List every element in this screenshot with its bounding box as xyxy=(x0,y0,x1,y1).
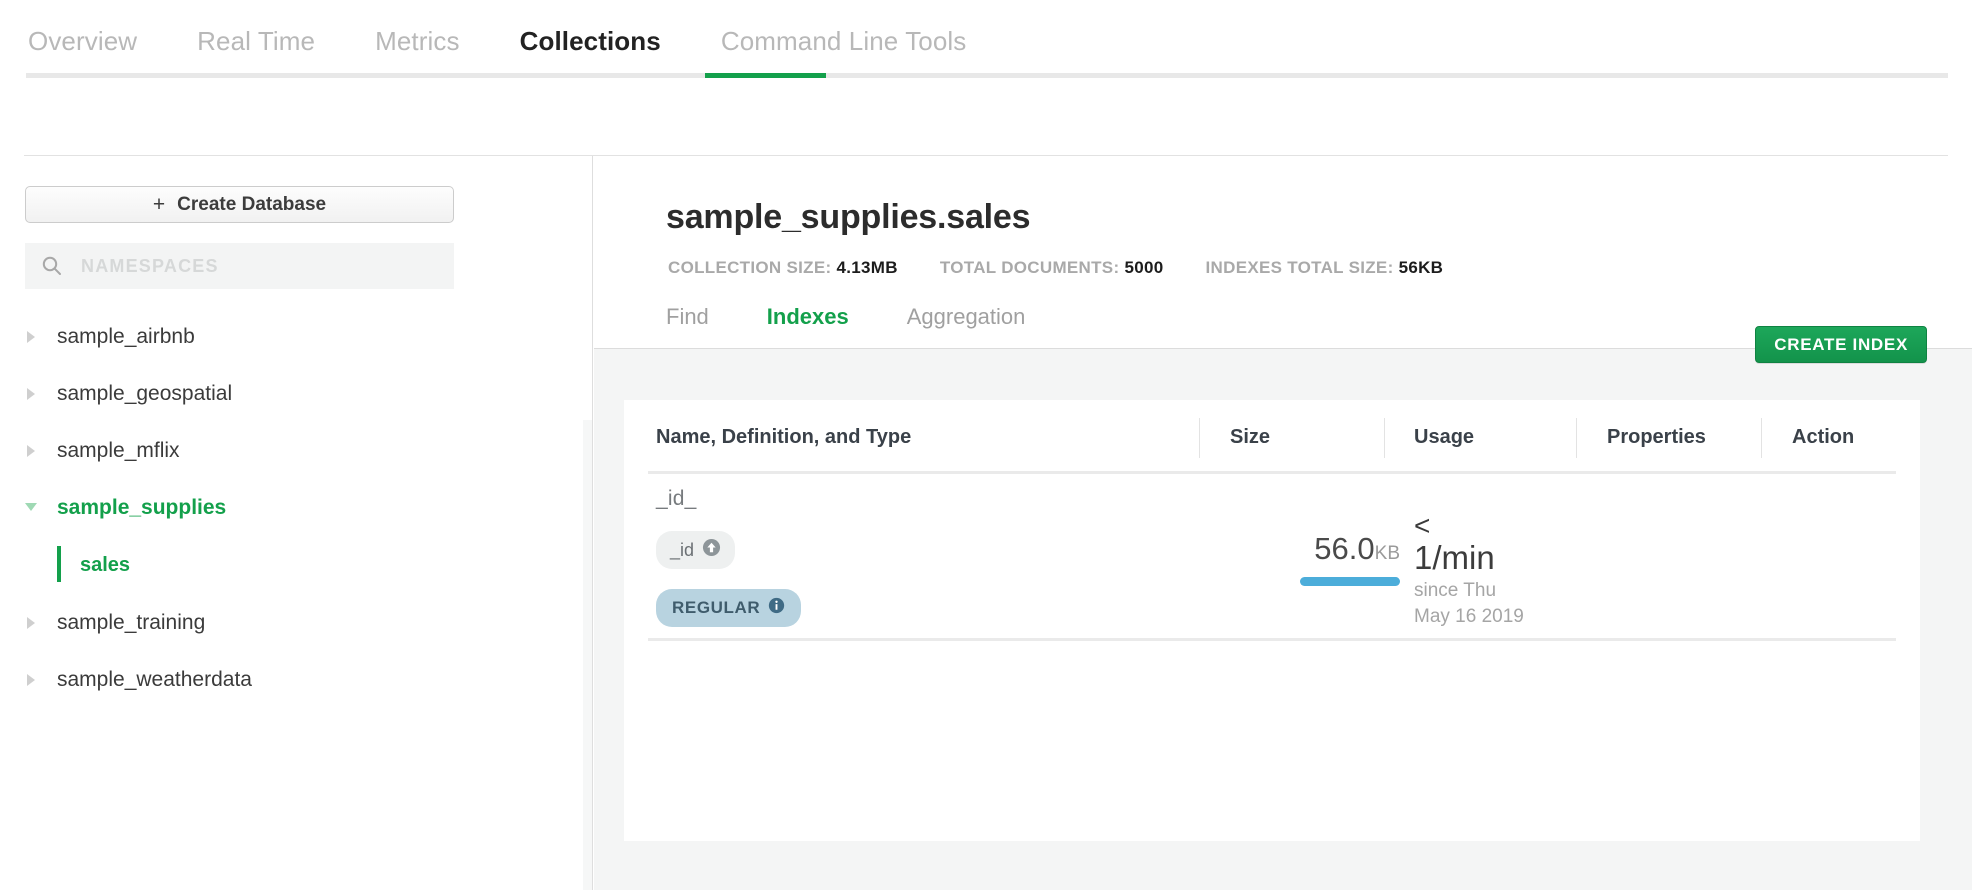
create-database-button[interactable]: + Create Database xyxy=(25,186,454,223)
total-documents-label: TOTAL DOCUMENTS: xyxy=(940,258,1120,277)
indexes-total-size-value: 56KB xyxy=(1399,258,1444,277)
column-header-action[interactable]: Action xyxy=(1792,426,1854,449)
chevron-down-icon[interactable] xyxy=(24,501,38,515)
index-usage-cell: < 1/min since Thu May 16 2019 xyxy=(1414,513,1524,631)
total-documents-value: 5000 xyxy=(1124,258,1163,277)
sidebar-item-label: sample_training xyxy=(57,611,205,635)
top-tab-bar: Overview Real Time Metrics Collections C… xyxy=(0,0,1972,98)
database-tree: sample_airbnb sample_geospatial sample_m… xyxy=(0,308,593,708)
sidebar-item-collection-sales[interactable]: sales xyxy=(0,536,593,594)
column-divider xyxy=(1761,418,1762,458)
index-usage-value: 1/min xyxy=(1414,538,1524,578)
tab-real-time[interactable]: Real Time xyxy=(197,26,315,73)
chevron-right-icon[interactable] xyxy=(24,616,38,630)
index-size-value-wrap: 56.0KB xyxy=(1230,531,1400,567)
sidebar-item-sample-geospatial[interactable]: sample_geospatial xyxy=(0,365,593,422)
page-title: sample_supplies.sales xyxy=(666,198,1030,237)
collection-subtabs: Find Indexes Aggregation xyxy=(666,304,1025,330)
sidebar-item-label: sample_supplies xyxy=(57,496,226,520)
active-tab-indicator xyxy=(705,73,826,78)
table-row: _id_ _id REGULAR xyxy=(624,473,1920,673)
tab-command-line-tools[interactable]: Command Line Tools xyxy=(721,26,967,73)
index-definition-badge[interactable]: _id xyxy=(656,531,735,569)
create-index-label: CREATE INDEX xyxy=(1774,335,1908,355)
index-usage-since-line1: since Thu xyxy=(1414,578,1524,605)
search-icon xyxy=(41,255,63,277)
sidebar-item-sample-supplies[interactable]: sample_supplies xyxy=(0,479,593,536)
sidebar-item-label: sample_airbnb xyxy=(57,325,195,349)
sidebar-item-label: sample_mflix xyxy=(57,439,180,463)
collection-size-value: 4.13MB xyxy=(837,258,898,277)
selected-collection-indicator xyxy=(57,546,61,582)
index-size-cell: 56.0KB xyxy=(1230,531,1400,586)
tab-find[interactable]: Find xyxy=(666,304,709,330)
top-navigation-tabs: Overview Real Time Metrics Collections C… xyxy=(28,26,966,73)
tab-metrics[interactable]: Metrics xyxy=(375,26,459,73)
tab-indexes[interactable]: Indexes xyxy=(767,304,849,330)
column-divider xyxy=(1199,418,1200,458)
table-header-row: Name, Definition, and Type Size Usage Pr… xyxy=(624,400,1920,473)
chevron-right-icon[interactable] xyxy=(24,673,38,687)
tab-overview[interactable]: Overview xyxy=(28,26,137,73)
tab-aggregation[interactable]: Aggregation xyxy=(907,304,1026,330)
namespaces-search-input[interactable]: NAMESPACES xyxy=(25,243,454,289)
indexes-table: Name, Definition, and Type Size Usage Pr… xyxy=(624,400,1920,841)
sidebar-item-sample-airbnb[interactable]: sample_airbnb xyxy=(0,308,593,365)
index-size-unit: KB xyxy=(1375,543,1400,564)
index-name: _id_ xyxy=(656,487,801,511)
plus-icon: + xyxy=(153,193,165,217)
database-stats-row: DATABASES: 6 COLLECTIONS: 18 REFRESH xyxy=(0,96,1972,156)
index-usage-since-line2: May 16 2019 xyxy=(1414,604,1524,631)
index-definition-field: _id xyxy=(670,540,694,561)
create-index-button[interactable]: CREATE INDEX xyxy=(1755,326,1927,363)
arrow-up-circle-icon xyxy=(702,538,721,562)
column-divider xyxy=(1576,418,1577,458)
tab-bar-rule xyxy=(26,73,1948,78)
chevron-right-icon[interactable] xyxy=(24,330,38,344)
sidebar-item-sample-weatherdata[interactable]: sample_weatherdata xyxy=(0,651,593,708)
chevron-right-icon[interactable] xyxy=(24,387,38,401)
column-divider xyxy=(1384,418,1385,458)
index-type-badge[interactable]: REGULAR xyxy=(656,589,801,627)
sidebar-item-sample-training[interactable]: sample_training xyxy=(0,594,593,651)
index-type-label: REGULAR xyxy=(672,598,760,618)
info-icon[interactable] xyxy=(768,597,785,619)
indexes-total-size-label: INDEXES TOTAL SIZE: xyxy=(1206,258,1394,277)
sidebar-item-sample-mflix[interactable]: sample_mflix xyxy=(0,422,593,479)
index-size-value: 56.0 xyxy=(1314,531,1374,566)
main-content: sample_supplies.sales COLLECTION SIZE: 4… xyxy=(594,156,1972,890)
sidebar-scrollbar[interactable] xyxy=(583,420,592,890)
collection-size-label: COLLECTION SIZE: xyxy=(668,258,831,277)
collection-stats: COLLECTION SIZE: 4.13MB TOTAL DOCUMENTS:… xyxy=(668,258,1443,278)
chevron-right-icon[interactable] xyxy=(24,444,38,458)
tab-collections[interactable]: Collections xyxy=(520,26,661,73)
index-size-bar-wrap xyxy=(1230,577,1400,586)
index-usage-prefix: < xyxy=(1414,513,1524,538)
sidebar-item-label: sample_weatherdata xyxy=(57,668,252,692)
sidebar: + Create Database NAMESPACES sample_airb… xyxy=(0,156,593,890)
column-header-size[interactable]: Size xyxy=(1230,426,1270,449)
namespaces-placeholder: NAMESPACES xyxy=(81,256,219,277)
index-name-cell: _id_ _id REGULAR xyxy=(656,487,801,627)
sidebar-item-label: sample_geospatial xyxy=(57,382,232,406)
column-header-name-definition-type[interactable]: Name, Definition, and Type xyxy=(656,426,911,449)
column-header-properties[interactable]: Properties xyxy=(1607,426,1706,449)
column-header-usage[interactable]: Usage xyxy=(1414,426,1474,449)
create-database-label: Create Database xyxy=(177,194,326,216)
sidebar-item-label: sales xyxy=(80,554,130,577)
index-size-bar xyxy=(1300,577,1400,586)
table-row-rule xyxy=(648,638,1896,641)
